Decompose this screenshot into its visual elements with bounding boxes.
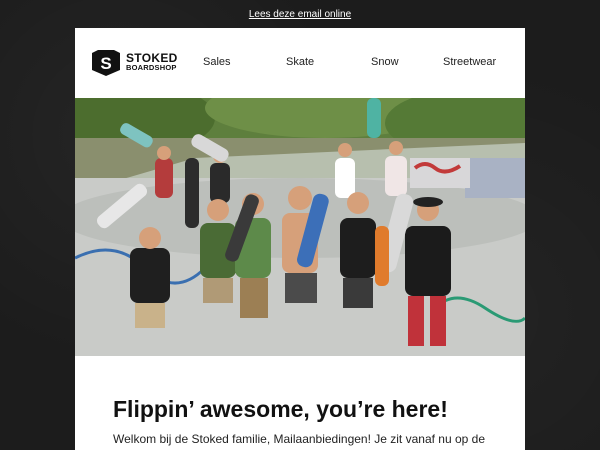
- email-header: S STOKED BOARDSHOP Sales Skate Snow Stre…: [75, 28, 525, 98]
- hero-image[interactable]: [75, 98, 525, 356]
- topbar: Lees deze email online: [0, 0, 600, 28]
- welcome-headline: Flippin’ awesome, you’re here!: [113, 396, 448, 422]
- nav-item-streetwear[interactable]: Streetwear: [443, 56, 496, 68]
- nav-item-sales[interactable]: Sales: [203, 56, 231, 68]
- main-nav: Sales Skate Snow Streetwear: [75, 56, 525, 70]
- nav-item-snow[interactable]: Snow: [371, 56, 399, 68]
- email-card: S STOKED BOARDSHOP Sales Skate Snow Stre…: [75, 28, 525, 450]
- view-online-link[interactable]: Lees deze email online: [249, 9, 351, 20]
- welcome-intro: Welkom bij de Stoked familie, Mailaanbie…: [113, 432, 485, 446]
- nav-item-skate[interactable]: Skate: [286, 56, 314, 68]
- hero-photo: [75, 98, 525, 356]
